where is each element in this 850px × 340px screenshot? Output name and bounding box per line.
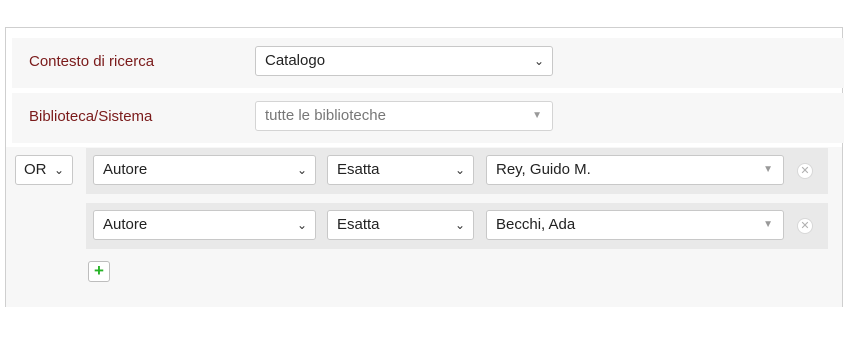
search-context-value: Catalogo (265, 52, 326, 69)
chevron-down-icon: ⌄ (53, 163, 64, 177)
search-context-select[interactable]: Catalogo ⌄ (255, 46, 553, 76)
library-label: Biblioteca/Sistema (29, 108, 153, 125)
search-context-row: Contesto di ricerca Catalogo ⌄ (12, 38, 844, 88)
criterion-value-select[interactable]: Rey, Guido M. ▼ (486, 155, 784, 185)
chevron-down-icon: ⌄ (454, 218, 465, 232)
boolean-operator-select[interactable]: OR ⌄ (15, 155, 73, 185)
criterion-field-select[interactable]: Autore ⌄ (93, 210, 316, 240)
caret-down-icon: ▼ (763, 219, 773, 230)
caret-down-icon: ▼ (763, 164, 773, 175)
boolean-criteria-area: OR ⌄ Autore ⌄ Esatta ⌄ Rey, Guido M. ▼ ✕… (6, 147, 842, 307)
criterion-row: Autore ⌄ Esatta ⌄ Becchi, Ada ▼ ✕ (86, 203, 828, 249)
library-value: tutte le biblioteche (265, 107, 386, 124)
criterion-field-select[interactable]: Autore ⌄ (93, 155, 316, 185)
chevron-down-icon: ⌄ (533, 54, 544, 68)
chevron-down-icon: ⌄ (454, 163, 465, 177)
criterion-match-select[interactable]: Esatta ⌄ (327, 155, 474, 185)
criterion-match-select[interactable]: Esatta ⌄ (327, 210, 474, 240)
close-icon[interactable]: ✕ (797, 218, 813, 234)
boolean-operator-value: OR (24, 161, 47, 178)
criterion-value-text: Rey, Guido M. (496, 161, 591, 178)
chevron-down-icon: ⌄ (296, 218, 307, 232)
search-context-label: Contesto di ricerca (29, 53, 155, 70)
plus-icon: + (94, 261, 104, 280)
criterion-row: Autore ⌄ Esatta ⌄ Rey, Guido M. ▼ ✕ (86, 148, 828, 194)
library-row: Biblioteca/Sistema tutte le biblioteche … (12, 93, 844, 143)
add-criterion-button[interactable]: + (88, 261, 110, 282)
criterion-field-value: Autore (103, 216, 148, 233)
criterion-match-value: Esatta (337, 216, 380, 233)
close-icon[interactable]: ✕ (797, 163, 813, 179)
criterion-value-text: Becchi, Ada (496, 216, 576, 233)
caret-down-icon: ▼ (532, 110, 542, 121)
criterion-match-value: Esatta (337, 161, 380, 178)
chevron-down-icon: ⌄ (296, 163, 307, 177)
library-select[interactable]: tutte le biblioteche ▼ (255, 101, 553, 131)
criterion-field-value: Autore (103, 161, 148, 178)
advanced-search-panel: Contesto di ricerca Catalogo ⌄ Bibliotec… (5, 27, 844, 307)
criterion-value-select[interactable]: Becchi, Ada ▼ (486, 210, 784, 240)
